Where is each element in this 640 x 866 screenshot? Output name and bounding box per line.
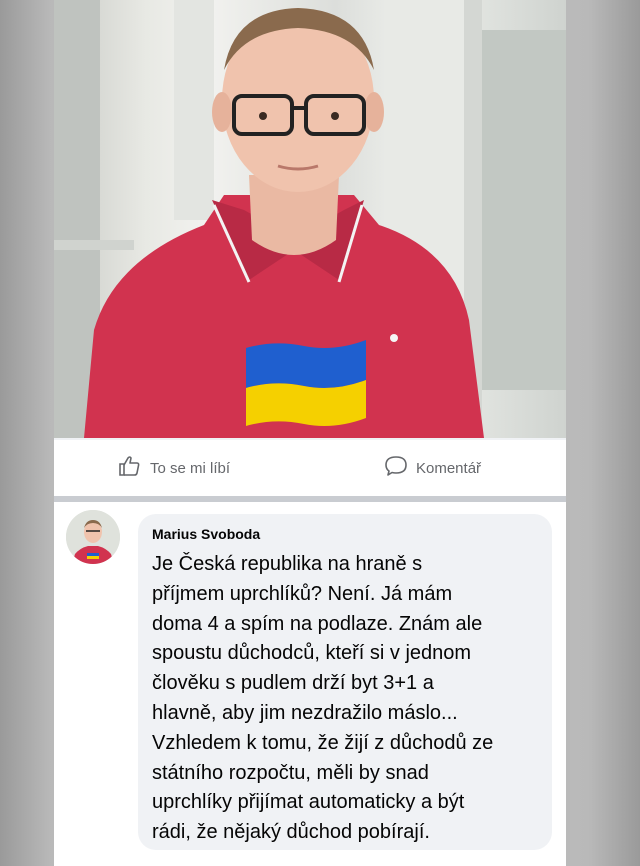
post-photo[interactable] [54,0,566,438]
ukraine-flag-icon [246,340,366,426]
comment-button[interactable]: Komentář [384,454,481,482]
comment-label: Komentář [416,459,482,477]
speech-bubble-icon [384,454,416,482]
like-label: To se mi líbí [150,459,231,477]
comment-bubble: Marius Svoboda Je Česká republika na hra… [138,514,552,850]
post-actions-bar: To se mi líbí Komentář [54,440,566,502]
comment-text: Je Česká republika na hraně s příjmem up… [152,553,494,844]
post-card: To se mi líbí Komentář Marius Svoboda Je… [54,0,566,866]
like-button[interactable]: To se mi líbí [118,454,230,482]
comment-author[interactable]: Marius Svoboda [152,526,260,542]
comment-section: Marius Svoboda Je Česká republika na hra… [54,502,566,866]
portrait-image [54,0,566,438]
thumbs-up-icon [118,454,150,482]
avatar[interactable] [66,510,120,564]
